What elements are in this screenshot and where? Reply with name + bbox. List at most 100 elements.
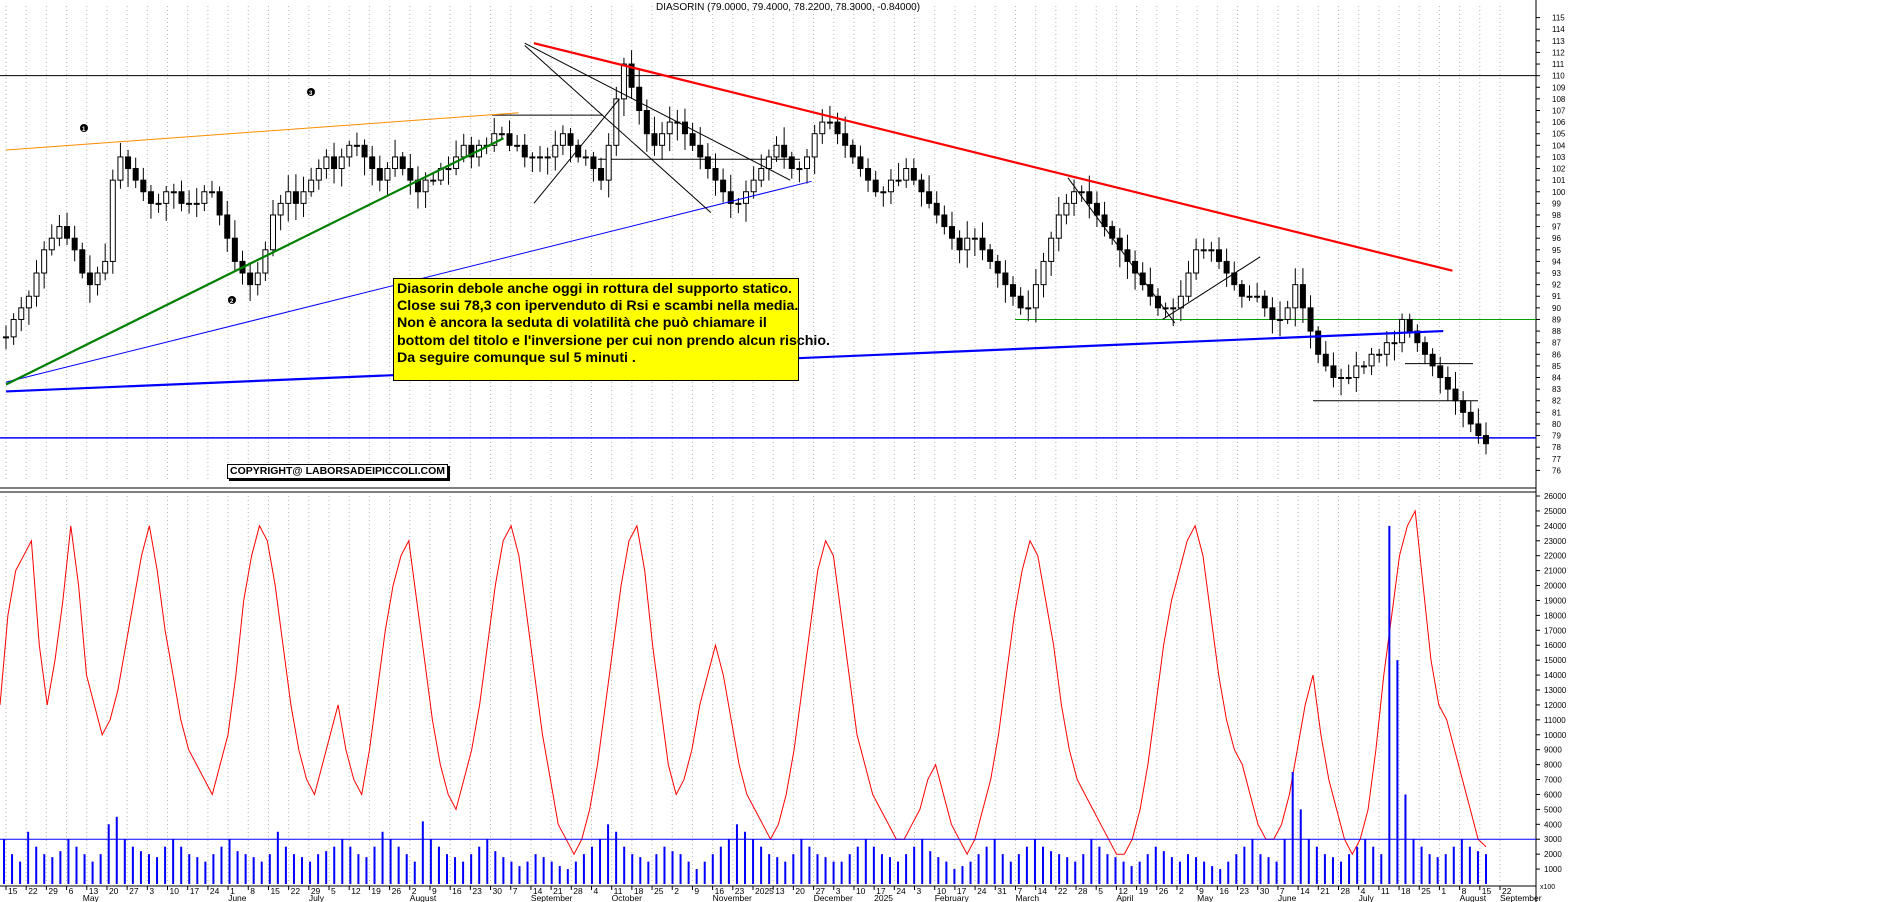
volume-bar [792, 854, 795, 884]
candle-body [857, 156, 864, 170]
volume-bar [905, 854, 908, 884]
x-month-label: July [1359, 893, 1375, 902]
volume-bar [244, 854, 247, 884]
volume-bar [301, 857, 304, 884]
candle-body [1109, 226, 1116, 239]
volume-bar [325, 851, 328, 884]
volume-bar [784, 861, 787, 884]
candle-body [445, 168, 452, 171]
volume-bar [1412, 839, 1415, 884]
candle-body [460, 144, 467, 158]
y-tick-label: 1000 [1544, 865, 1562, 874]
volume-bar [655, 854, 658, 884]
y-tick-label: 26000 [1544, 492, 1567, 501]
candle-body [247, 272, 254, 286]
volume-bar [75, 846, 78, 884]
volume-bar [1186, 854, 1189, 884]
x-tick-label: 15 [8, 886, 18, 896]
candle-body [834, 121, 841, 135]
candle-body [1307, 307, 1314, 332]
x-tick-label: 12 [351, 886, 361, 896]
x-tick-label: 14 [1300, 886, 1310, 896]
volume-bar [832, 861, 835, 884]
candle-body [71, 237, 78, 251]
candle-body [33, 272, 40, 297]
volume-bar [985, 846, 988, 884]
y-tick-label: 115 [1552, 14, 1565, 23]
volume-bar [1420, 846, 1423, 884]
volume-bar [292, 854, 295, 884]
y-tick-label: 18000 [1544, 611, 1567, 620]
volume-bar [727, 839, 730, 884]
volume-bar [341, 839, 344, 884]
volume-bar [1235, 854, 1238, 884]
candle-body [781, 144, 788, 158]
candle-body [147, 191, 154, 204]
volume-bar [1122, 861, 1125, 884]
candle-body [102, 260, 109, 274]
x-month-label: September [531, 893, 573, 902]
volume-bar [1348, 854, 1351, 884]
volume-bar [623, 846, 626, 884]
candle-body [605, 144, 612, 181]
y-tick-label: 3000 [1544, 835, 1562, 844]
x-tick-label: 30 [493, 886, 503, 896]
candle-body [1421, 342, 1428, 355]
candle-body [132, 168, 139, 181]
volume-bar [711, 854, 714, 884]
volume-bar [1130, 866, 1133, 884]
volume-bar [1380, 854, 1383, 884]
x-tick-label: 14 [1038, 886, 1048, 896]
candle-body [262, 249, 269, 274]
volume-bar [719, 846, 722, 884]
x-month-label: May [83, 893, 100, 902]
candle-body [270, 214, 277, 251]
candle-body [1261, 295, 1268, 309]
volume-bar [1372, 846, 1375, 884]
x-tick-label: 30 [1260, 886, 1270, 896]
y-tick-label: 90 [1552, 304, 1561, 313]
volume-bar [1178, 861, 1181, 884]
volume-bar [703, 861, 706, 884]
candle-body [697, 144, 704, 158]
volume-bar [663, 846, 666, 884]
oscillator-line [0, 509, 1487, 856]
y-tick-label: 105 [1552, 130, 1566, 139]
x-tick-label: 22 [1058, 886, 1068, 896]
x-month-label: June [228, 893, 247, 902]
candle-body [979, 237, 986, 251]
x-tick-label: 23 [472, 886, 482, 896]
volume-bar [1251, 839, 1254, 884]
candle-body [613, 98, 620, 146]
candle-body [521, 144, 528, 158]
volume-bar [1299, 809, 1302, 884]
volume-bar [1307, 839, 1310, 884]
x-tick-label: 9 [694, 886, 699, 896]
volume-bar [888, 857, 891, 884]
volume-bar [1090, 839, 1093, 884]
volume-bar [236, 851, 239, 884]
x-tick-label: 26 [1159, 886, 1169, 896]
y-tick-label: 76 [1552, 466, 1561, 475]
candle-body [1292, 284, 1299, 309]
volume-bar [639, 857, 642, 884]
y-tick-label: 112 [1552, 48, 1565, 57]
candle-body [994, 260, 1001, 274]
volume-bar [156, 857, 159, 884]
volume-bar [735, 824, 738, 884]
volume-bar [462, 861, 465, 884]
x-tick-label: 1 [1441, 886, 1446, 896]
candle-body [506, 133, 513, 146]
candle-body [1254, 295, 1261, 298]
candle-body [1345, 377, 1352, 380]
candle-body [1483, 435, 1489, 445]
volume-bar [1082, 854, 1085, 884]
x-tick-label: 8 [250, 886, 255, 896]
x-tick-label: 19 [1139, 886, 1149, 896]
candle-body [1025, 307, 1032, 310]
y-tick-label: 81 [1552, 408, 1561, 417]
volume-bar [220, 846, 223, 884]
candle-body [208, 191, 215, 194]
volume-bar [518, 866, 521, 884]
volume-bar [913, 846, 916, 884]
